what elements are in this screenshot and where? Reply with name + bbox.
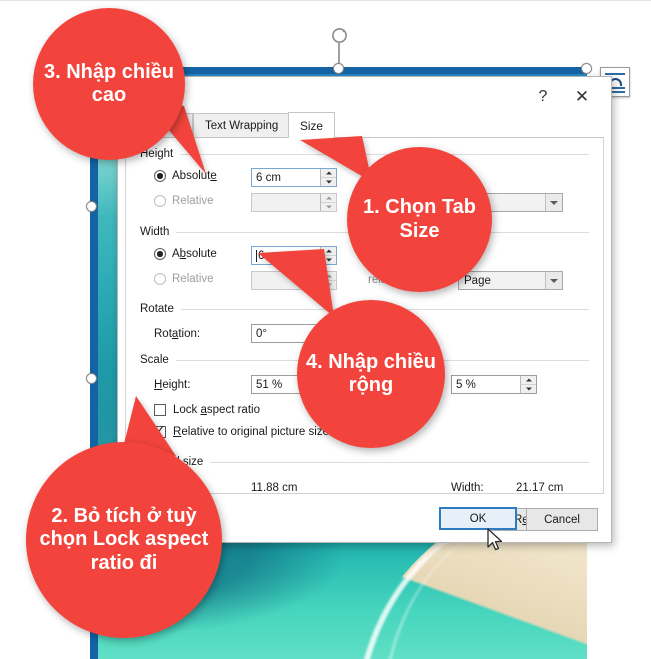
close-icon[interactable]: ✕ [569, 85, 595, 109]
spin-up-icon [521, 376, 536, 385]
width-relative-to-value: Page [464, 274, 491, 287]
original-height-value: 11.88 cm [251, 482, 298, 494]
width-relative-radio[interactable] [154, 273, 166, 285]
selection-handle-left-middle[interactable] [86, 201, 97, 212]
scale-group-label: Scale [140, 354, 169, 366]
height-relative-stepper [251, 193, 337, 212]
width-relative-to-combo[interactable]: Page [458, 271, 563, 290]
width-relative-row[interactable]: Relative [154, 273, 214, 285]
scale-width-spin-buttons[interactable] [520, 376, 536, 393]
cancel-button[interactable]: Cancel [526, 508, 598, 531]
width-group-label: Width [140, 226, 170, 238]
callout-3: 3. Nhập chiều cao [33, 8, 185, 160]
rotation-label: Rotation: [154, 328, 201, 340]
chevron-down-icon[interactable] [545, 194, 562, 211]
spin-down-icon [321, 203, 336, 211]
width-absolute-row[interactable]: Absolute [154, 248, 217, 260]
rotate-handle-icon[interactable] [330, 26, 349, 45]
original-size-group-rule [210, 461, 589, 463]
scale-width-stepper[interactable]: 5 % [451, 375, 537, 394]
height-relative-value [252, 194, 320, 211]
callout-1: 1. Chọn Tab Size [347, 147, 492, 292]
selection-handle-left-bottom[interactable] [86, 373, 97, 384]
height-relative-radio[interactable] [154, 195, 166, 207]
scale-height-label: Height: [154, 379, 191, 391]
text-caret [256, 249, 257, 262]
height-group-rule [180, 153, 589, 155]
callout-2: 2. Bỏ tích ở tuỳ chọn Lock aspect ratio … [26, 442, 222, 638]
original-size-group-header: Original size [140, 456, 589, 468]
height-relative-row[interactable]: Relative [154, 195, 214, 207]
selection-handle-top-center[interactable] [333, 63, 344, 74]
width-absolute-label: Absolute [172, 248, 217, 260]
mouse-cursor [487, 528, 504, 553]
rotate-group-label: Rotate [140, 303, 174, 315]
chevron-down-icon[interactable] [545, 272, 562, 289]
height-relative-spin-buttons [320, 194, 336, 211]
spin-up-icon [321, 194, 336, 203]
screen-root: ? ✕ Position Text Wrapping Size Height A… [0, 0, 651, 659]
selection-handle-top-right[interactable] [581, 63, 592, 74]
scale-width-value[interactable]: 5 % [452, 376, 520, 393]
spin-down-icon [521, 385, 536, 393]
relative-to-original-label: Relative to original picture size [173, 426, 329, 438]
callout-4: 4. Nhập chiều rộng [297, 300, 445, 448]
width-absolute-radio[interactable] [154, 248, 166, 260]
height-relative-label: Relative [172, 195, 214, 207]
width-relative-label: Relative [172, 273, 214, 285]
original-width-label: Width: [451, 482, 484, 494]
original-width-value: 21.17 cm [516, 482, 564, 494]
help-icon[interactable]: ? [531, 85, 555, 109]
ok-button[interactable]: OK [439, 507, 517, 530]
